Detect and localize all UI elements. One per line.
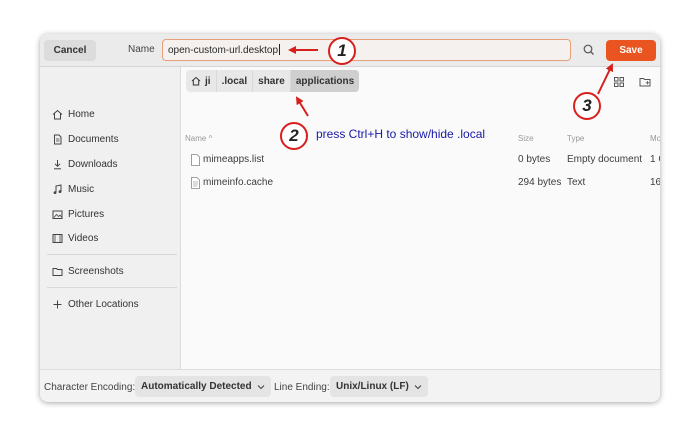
sidebar: Home Documents Downloads Music Pictures … [40,67,181,369]
sidebar-separator [47,287,177,288]
file-icon [191,154,200,166]
home-icon [191,76,201,86]
file-type: Empty document [567,154,643,165]
file-browser: ji .local share applications Name ^ Size… [181,67,660,369]
file-size: 0 bytes [518,154,551,165]
encoding-dropdown[interactable]: Automatically Detected [135,376,271,397]
text-file-icon [191,177,200,189]
file-row[interactable]: mimeinfo.cache 294 bytes Text 16:18 [181,173,660,194]
sort-up-icon: ^ [208,134,213,143]
column-header-label: Name [185,134,207,143]
home-icon [52,109,63,119]
column-header-size[interactable]: Size [518,134,534,143]
sidebar-item-label: Videos [68,232,99,244]
sidebar-item-label: Home [68,108,95,120]
chevron-down-icon [257,384,264,389]
sidebar-item-videos[interactable]: Videos [52,229,98,247]
header-bar: Cancel Name open-custom-url.desktop Save [40,34,660,67]
chevron-down-icon [414,384,422,389]
filename-input[interactable]: open-custom-url.desktop [162,39,571,61]
column-header-modified[interactable]: Modified [650,134,660,143]
sidebar-item-downloads[interactable]: Downloads [52,155,117,173]
text-caret [279,44,281,55]
file-save-dialog: Cancel Name open-custom-url.desktop Save… [40,34,660,402]
plus-icon [53,300,62,308]
sidebar-separator [47,254,177,255]
sidebar-item-screenshots[interactable]: Screenshots [52,262,124,280]
grid-view-icon[interactable] [613,76,625,88]
pictures-icon [52,210,63,219]
sidebar-item-other-locations[interactable]: Other Locations [52,295,139,313]
sidebar-item-label: Pictures [68,208,105,220]
save-button[interactable]: Save [606,40,656,61]
footer-bar: Character Encoding: Automatically Detect… [40,369,660,402]
encoding-value: Automatically Detected [141,381,252,392]
file-name: mimeapps.list [203,154,265,165]
new-folder-icon[interactable] [639,76,651,88]
sidebar-item-documents[interactable]: Documents [52,130,119,148]
breadcrumb: ji .local share applications [186,70,360,92]
music-icon [53,183,62,194]
file-size: 294 bytes [518,177,562,188]
encoding-label: Character Encoding: [44,382,136,393]
name-label: Name [128,44,155,55]
file-row[interactable]: mimeapps.list 0 bytes Empty document 1 O… [181,150,660,171]
document-icon [54,134,62,144]
file-type: Text [567,177,586,188]
download-icon [54,159,61,169]
sidebar-item-music[interactable]: Music [52,180,94,198]
filename-value: open-custom-url.desktop [168,45,279,56]
sidebar-item-label: Screenshots [68,265,124,277]
breadcrumb-share[interactable]: share [253,70,291,92]
breadcrumb-label: ji [205,75,211,87]
sidebar-item-pictures[interactable]: Pictures [52,205,104,223]
file-name: mimeinfo.cache [203,177,274,188]
file-modified: 1 Oct [650,154,660,165]
search-icon[interactable] [582,43,596,57]
line-ending-label: Line Ending: [274,382,330,393]
column-header-type[interactable]: Type [567,134,584,143]
line-ending-dropdown[interactable]: Unix/Linux (LF) [330,376,428,397]
sidebar-item-home[interactable]: Home [52,105,95,123]
breadcrumb-applications[interactable]: applications [290,70,360,92]
folder-icon [52,267,63,276]
breadcrumb-local[interactable]: .local [216,70,254,92]
breadcrumb-home[interactable]: ji [186,70,217,92]
videos-icon [52,233,63,243]
line-ending-value: Unix/Linux (LF) [336,381,409,392]
sidebar-item-label: Downloads [68,158,118,170]
column-header-name[interactable]: Name ^ [185,134,212,143]
sidebar-item-label: Documents [68,133,119,145]
sidebar-item-label: Other Locations [68,298,139,310]
file-modified: 16:18 [650,177,660,188]
sidebar-item-label: Music [68,183,95,195]
cancel-button[interactable]: Cancel [44,40,96,61]
